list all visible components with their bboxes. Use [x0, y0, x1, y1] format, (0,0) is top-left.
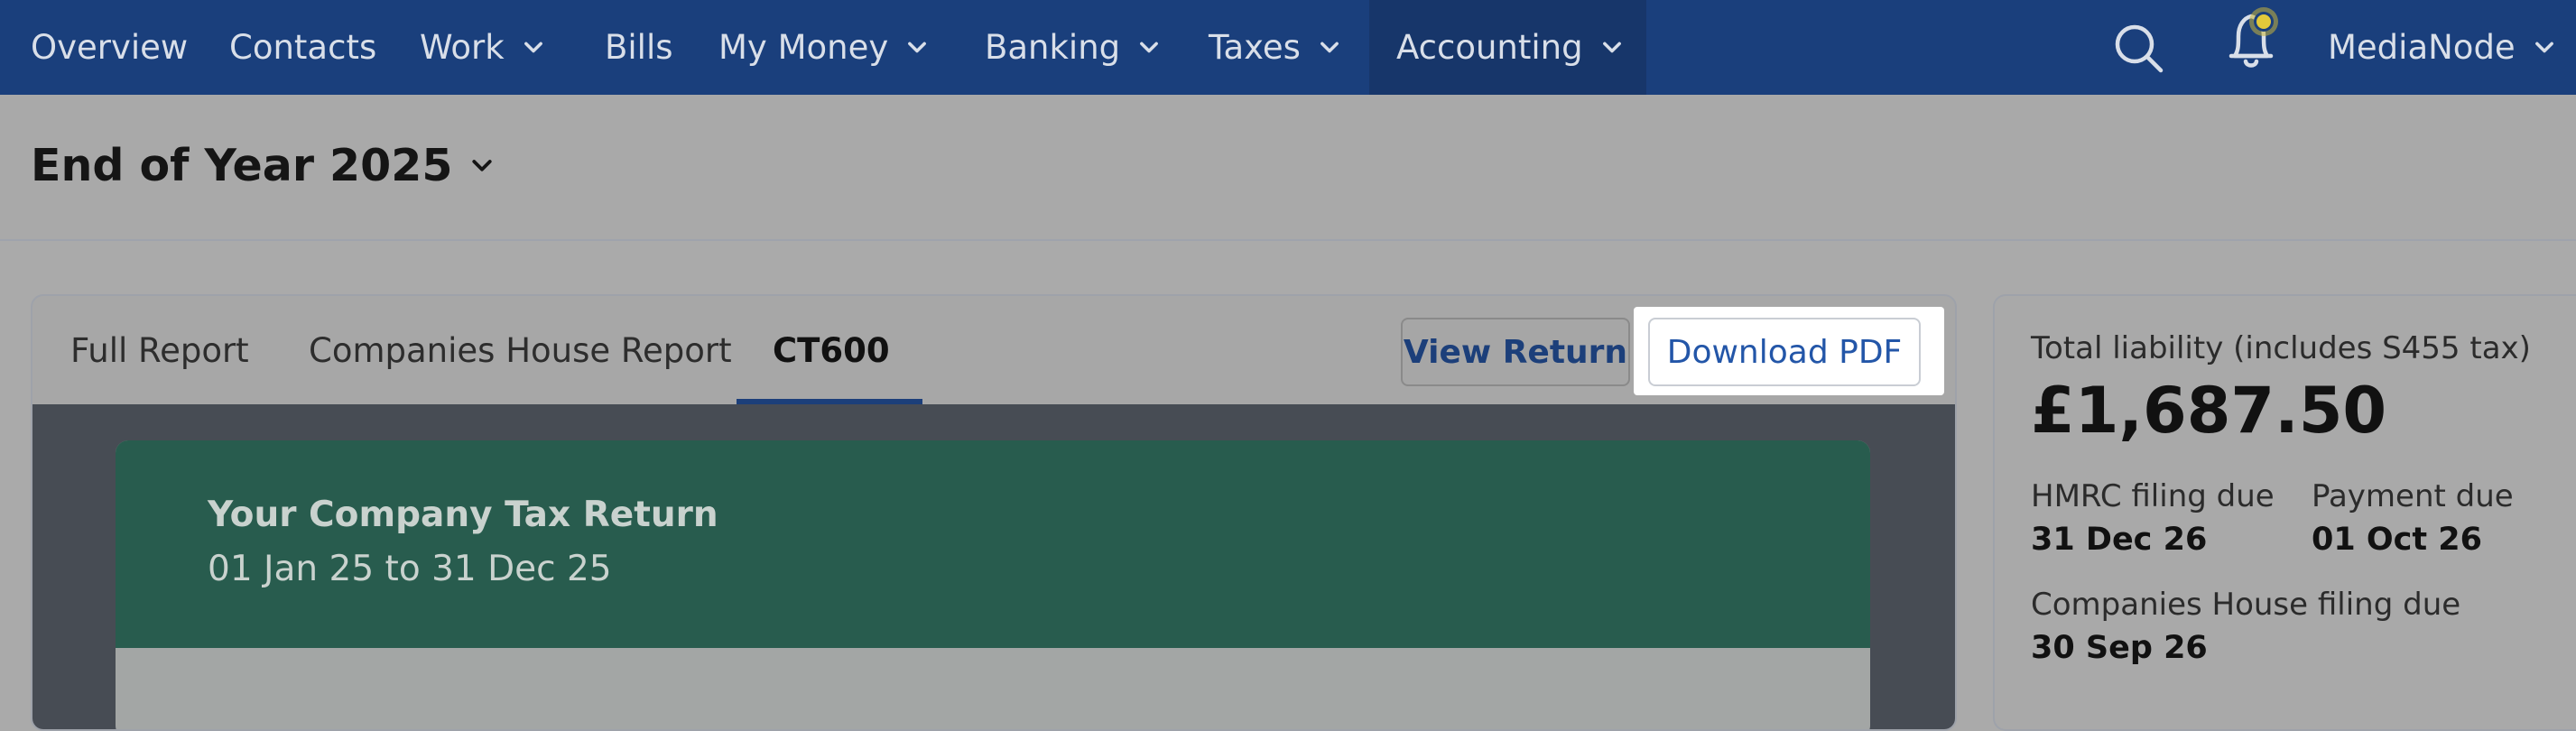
report-card: Full Report Companies House Report CT600…	[31, 294, 1957, 731]
tab-ct600[interactable]: CT600	[773, 296, 890, 404]
nav-item-contacts[interactable]: Contacts	[229, 0, 376, 95]
nav-item-label: Banking	[985, 28, 1121, 67]
nav-item-overview[interactable]: Overview	[31, 0, 188, 95]
nav-item-my-money[interactable]: My Money	[718, 0, 930, 95]
button-label: Download PDF	[1666, 333, 1903, 371]
chevron-down-icon	[1320, 42, 1339, 52]
chevron-down-icon	[1602, 42, 1621, 52]
hmrc-filing-due-date: 31 Dec 26	[2031, 522, 2208, 558]
chevron-down-icon	[524, 42, 542, 52]
tax-return-title: Your Company Tax Return	[208, 495, 718, 535]
top-navigation-bar: Overview Contacts Work Bills My Money Ba…	[0, 0, 2576, 95]
nav-item-label: Taxes	[1209, 28, 1301, 67]
chevron-down-icon	[2534, 42, 2553, 52]
nav-item-accounting[interactable]: Accounting	[1369, 0, 1646, 95]
liability-summary-panel: Total liability (includes S455 tax) £1,6…	[1993, 294, 2576, 731]
total-liability-label: Total liability (includes S455 tax)	[2031, 330, 2531, 366]
button-label: View Return	[1403, 333, 1628, 371]
chevron-down-icon	[472, 159, 493, 171]
report-preview-area[interactable]: Your Company Tax Return 01 Jan 25 to 31 …	[32, 404, 1955, 729]
page-title: End of Year 2025	[31, 140, 453, 191]
tab-companies-house-report[interactable]: Companies House Report	[309, 296, 732, 404]
tab-label: CT600	[773, 330, 890, 370]
tax-return-period: 01 Jan 25 to 31 Dec 25	[208, 549, 612, 589]
hmrc-filing-due-label: HMRC filing due	[2031, 478, 2275, 514]
download-pdf-button[interactable]: Download PDF	[1648, 318, 1921, 386]
nav-item-label: Work	[420, 28, 505, 67]
nav-item-work[interactable]: Work	[420, 0, 546, 95]
search-icon[interactable]	[2112, 22, 2166, 76]
report-tabs: Full Report Companies House Report CT600…	[32, 296, 1955, 404]
tab-label: Full Report	[70, 330, 249, 370]
nav-item-bills[interactable]: Bills	[605, 0, 673, 95]
nav-item-label: Overview	[31, 28, 189, 67]
tax-return-document: Your Company Tax Return 01 Jan 25 to 31 …	[116, 440, 1870, 729]
payment-due-date: 01 Oct 26	[2312, 522, 2483, 558]
account-menu[interactable]: MediaNode	[2328, 0, 2557, 95]
nav-item-label: My Money	[718, 28, 889, 67]
period-selector[interactable]: End of Year 2025	[31, 140, 496, 191]
tab-full-report[interactable]: Full Report	[70, 296, 249, 404]
chevron-down-icon	[908, 42, 927, 52]
chevron-down-icon	[1140, 42, 1159, 52]
account-name: MediaNode	[2328, 28, 2516, 67]
view-return-button[interactable]: View Return	[1401, 318, 1630, 386]
nav-item-label: Contacts	[229, 28, 377, 67]
nav-item-taxes[interactable]: Taxes	[1209, 0, 1342, 95]
companies-house-filing-due-label: Companies House filing due	[2031, 587, 2461, 623]
payment-due-label: Payment due	[2312, 478, 2514, 514]
nav-item-banking[interactable]: Banking	[985, 0, 1162, 95]
tab-label: Companies House Report	[309, 330, 732, 370]
nav-item-label: Accounting	[1396, 28, 1583, 67]
nav-item-label: Bills	[605, 28, 673, 67]
page-header: End of Year 2025	[0, 95, 2576, 241]
tax-return-header: Your Company Tax Return 01 Jan 25 to 31 …	[116, 440, 1870, 648]
total-liability-amount: £1,687.50	[2031, 374, 2387, 448]
notification-bell-icon[interactable]	[2219, 0, 2284, 74]
companies-house-filing-due-date: 30 Sep 26	[2031, 630, 2208, 666]
